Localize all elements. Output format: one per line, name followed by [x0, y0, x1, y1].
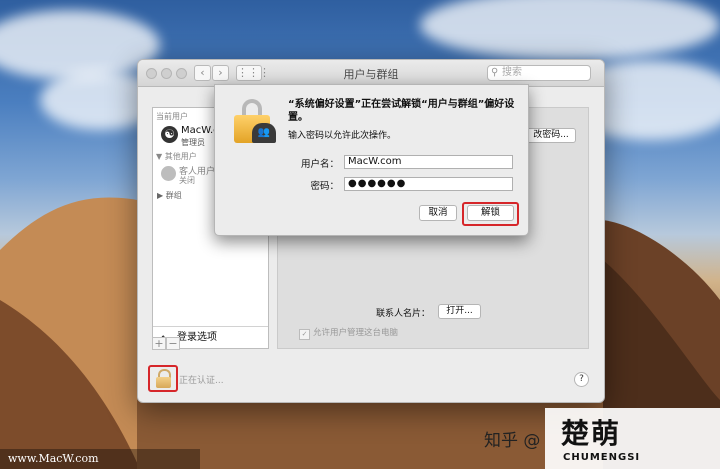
- zhihu-watermark: 知乎 @: [484, 431, 541, 451]
- search-placeholder: 搜索: [502, 67, 522, 78]
- search-icon: ⚲: [491, 67, 499, 78]
- site-watermark: www.MacW.com: [0, 449, 200, 469]
- username-label: 用户名：: [300, 159, 339, 170]
- groups-header[interactable]: ▶ 群组: [157, 190, 182, 201]
- other-users-header[interactable]: ▼ 其他用户: [156, 151, 197, 162]
- add-user-button[interactable]: +: [152, 337, 166, 350]
- brand-watermark-big: 楚萌: [561, 417, 622, 450]
- search-input[interactable]: ⚲ 搜索: [487, 65, 591, 81]
- allow-admin-label: 允许用户管理这台电脑: [313, 328, 399, 338]
- lock-users-icon: 👥: [234, 99, 276, 143]
- checkmark-icon: ✓: [299, 329, 310, 340]
- help-button[interactable]: ?: [574, 372, 589, 387]
- login-options-label: 登录选项: [177, 332, 217, 343]
- current-user-role: 管理员: [181, 138, 205, 147]
- cancel-button[interactable]: 取消: [419, 205, 457, 221]
- lock-body: [156, 377, 171, 388]
- add-remove-controls: + −: [152, 337, 180, 351]
- change-password-button[interactable]: 改密码...: [526, 128, 576, 143]
- contact-card-label: 联系人名片：: [376, 309, 431, 319]
- unlock-button[interactable]: 解锁: [467, 205, 514, 221]
- guest-avatar: [161, 166, 176, 181]
- password-field[interactable]: ●●●●●●: [344, 177, 513, 191]
- auth-dialog: 👥 “系统偏好设置”正在尝试解锁“用户与群组”偏好设置。 输入密码以允许此次操作…: [214, 84, 529, 236]
- brand-watermark: 楚萌 CHUMENGSI: [545, 408, 720, 469]
- title-bar: ‹ › ⋮⋮⋮ 用户与群组 ⚲ 搜索: [138, 60, 604, 87]
- dialog-instruction: 输入密码以允许此次操作。: [288, 131, 397, 141]
- current-users-header: 当前用户: [156, 112, 188, 121]
- site-watermark-text: www.MacW.com: [8, 452, 99, 465]
- remove-user-button[interactable]: −: [166, 337, 180, 350]
- open-contact-button[interactable]: 打开...: [438, 304, 481, 319]
- guest-user-status: 关闭: [179, 176, 195, 185]
- username-field[interactable]: MacW.com: [344, 155, 513, 169]
- auth-status: 正在认证...: [179, 376, 224, 386]
- brand-watermark-small: CHUMENGSI: [563, 452, 641, 463]
- lock-button[interactable]: [148, 365, 178, 392]
- user-avatar: ☯: [161, 126, 178, 143]
- allow-admin-checkbox[interactable]: ✓ 允许用户管理这台电脑: [299, 326, 398, 340]
- users-icon: 👥: [252, 123, 276, 143]
- password-label: 密码：: [310, 181, 339, 192]
- dialog-message: “系统偏好设置”正在尝试解锁“用户与群组”偏好设置。: [288, 99, 515, 123]
